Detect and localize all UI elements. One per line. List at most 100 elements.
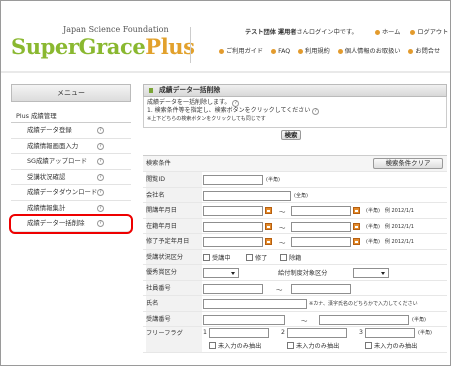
checkbox-label: 未入力のみ抽出 [374,343,418,350]
field-label: フリーフラグ [146,327,202,352]
company-input[interactable] [203,190,291,201]
field-label: 受講番号 [146,311,202,326]
home-link[interactable]: ホーム [375,29,404,36]
sidebar-item-label: 受講状況確認 [27,172,66,181]
flag-number: 3 [359,329,363,336]
window-frame: Japan Science Foundation SuperGrace Plus … [0,0,451,366]
user-name: 運用者 [277,29,297,36]
bullet-icon [271,48,277,54]
help-icon[interactable]: ? [97,189,104,196]
field-note: (半角) 例 2012/1/1 [366,239,414,245]
help-icon[interactable]: ? [97,220,104,227]
enroll-date-from-input[interactable] [203,221,263,232]
top-links: ホーム ログアウト [375,27,450,36]
sidebar-item-label: 成績情報画面入力 [27,141,79,150]
flag-number: 1 [203,329,207,336]
range-separator: ～ [279,223,286,232]
field-label: 受講状況区分 [146,249,202,264]
form-row-name: 氏名 ※カナ、漢字氏名のどちらかで入力してください [143,296,447,312]
field-note: (半角) [418,330,432,336]
form-row-start-date: 開講年月日 ～ (半角) 例 2012/1/1 [143,203,447,219]
sidebar-item-attendance[interactable]: 受講状況確認 ? [11,169,131,185]
header-rule [1,71,450,73]
etsuran-id-input[interactable] [203,175,263,185]
checkbox-label: 修了 [255,254,268,262]
calendar-icon[interactable] [353,207,360,214]
bullet-icon [375,29,380,35]
instruction-line: 1. 検索条件等を指定し、検索ボタンをクリックしてください [147,107,311,114]
field-label: 修了予定年月日 [146,234,202,249]
status-expelled-checkbox[interactable] [280,253,287,261]
free-flag-1-input[interactable] [209,328,269,338]
help-icon[interactable]: ? [97,204,104,212]
checkbox-label: 除籍 [289,254,302,262]
instructions: 成績データを一括削除します。 ? 1. 検索条件等を指定し、検索ボタンをクリック… [143,97,447,128]
calendar-icon[interactable] [265,238,272,245]
calendar-icon[interactable] [353,238,360,245]
finish-date-to-input[interactable] [291,237,351,247]
range-separator: ～ [276,285,283,294]
status-in-progress-checkbox[interactable] [203,253,210,261]
help-icon[interactable]: ? [97,142,104,150]
sidebar-item-label: 成績情報集計 [27,203,66,212]
sidebar-item-bulk-delete[interactable]: 成績データ一括削除 ? [9,214,133,234]
search-button[interactable]: 検索 [281,130,301,140]
sidebar-item-grade-summary[interactable]: 成績情報集計 ? [11,200,131,216]
logout-link[interactable]: ログアウト [410,29,450,36]
guide-link[interactable]: ご利用ガイド [219,48,263,55]
flag-2-unentered-checkbox[interactable] [287,342,294,349]
sidebar-item-grade-download[interactable]: 成績データダウンロード ? [11,185,131,201]
form-row-enroll-date: 在籍年月日 ～ (半角) 例 2012/1/1 [143,218,447,234]
benefit-select[interactable] [353,268,389,278]
start-date-to-input[interactable] [291,206,351,216]
field-note: ※カナ、漢字氏名のどちらかで入力してください [309,301,418,307]
form-row-status: 受講状況区分 受講中 修了 除籍 [143,249,447,265]
privacy-link[interactable]: 個人情報のお取扱い [337,48,400,55]
priority-select[interactable] [203,268,239,278]
form-row-course-no: 受講番号 ～ (半角) [143,311,447,327]
sidebar-item-sg-upload[interactable]: SG成績アップロード ? [11,154,131,170]
page-title: 成績データ一括削除 [143,84,447,97]
employee-no-to-input[interactable] [291,283,351,294]
sidebar-item-grade-register[interactable]: 成績データ登録 ? [11,123,131,139]
help-icon[interactable]: ? [97,127,104,134]
search-form: 検索条件 検索条件クリア 閲覧ID (半角) 会社名 (全角) 開講年月日 ～ [143,155,447,353]
enroll-date-to-input[interactable] [291,221,351,232]
employee-no-from-input[interactable] [203,283,263,294]
form-header-label: 検索条件 [146,160,171,167]
range-separator: ～ [279,239,286,247]
clear-conditions-button[interactable]: 検索条件クリア [373,158,443,169]
bullet-icon [298,48,304,54]
form-row-etsuran-id: 閲覧ID (半角) [143,172,447,188]
form-row-employee-no: 社員番号 ～ [143,280,447,296]
calendar-icon[interactable] [353,222,360,230]
faq-link[interactable]: FAQ [271,48,290,55]
field-note: (半角) [412,316,426,323]
free-flag-2-input[interactable] [287,328,347,338]
site-logo[interactable]: SuperGracePlus [11,34,195,59]
course-no-to-input[interactable] [319,314,409,325]
course-no-from-input[interactable] [203,314,285,325]
status-completed-checkbox[interactable] [246,253,253,261]
help-icon[interactable]: ? [97,158,104,165]
instruction-note: ※上下どちらの検索ボタンをクリックしても同じです [147,116,266,122]
sidebar-item-grade-entry[interactable]: 成績情報画面入力 ? [11,138,131,154]
help-icon[interactable]: ? [312,108,320,115]
help-icon[interactable]: ? [232,100,240,107]
utility-nav: ご利用ガイド FAQ 利用規約 個人情報のお取扱い お問合せ [219,46,446,55]
field-label: 会社名 [146,187,202,202]
contact-link[interactable]: お問合せ [408,48,440,55]
help-icon[interactable]: ? [97,173,104,181]
flag-1-unentered-checkbox[interactable] [209,342,216,349]
name-input[interactable] [203,299,307,309]
calendar-icon[interactable] [265,222,272,230]
flag-3-unentered-checkbox[interactable] [365,342,372,349]
free-flag-3-input[interactable] [365,328,415,338]
sidebar-category: Plus 成績管理 [11,109,131,123]
start-date-from-input[interactable] [203,206,263,216]
flag-number: 2 [281,329,285,336]
field-note: (半角) [266,177,280,183]
terms-link[interactable]: 利用規約 [298,48,330,55]
calendar-icon[interactable] [265,207,272,214]
finish-date-from-input[interactable] [203,237,263,247]
